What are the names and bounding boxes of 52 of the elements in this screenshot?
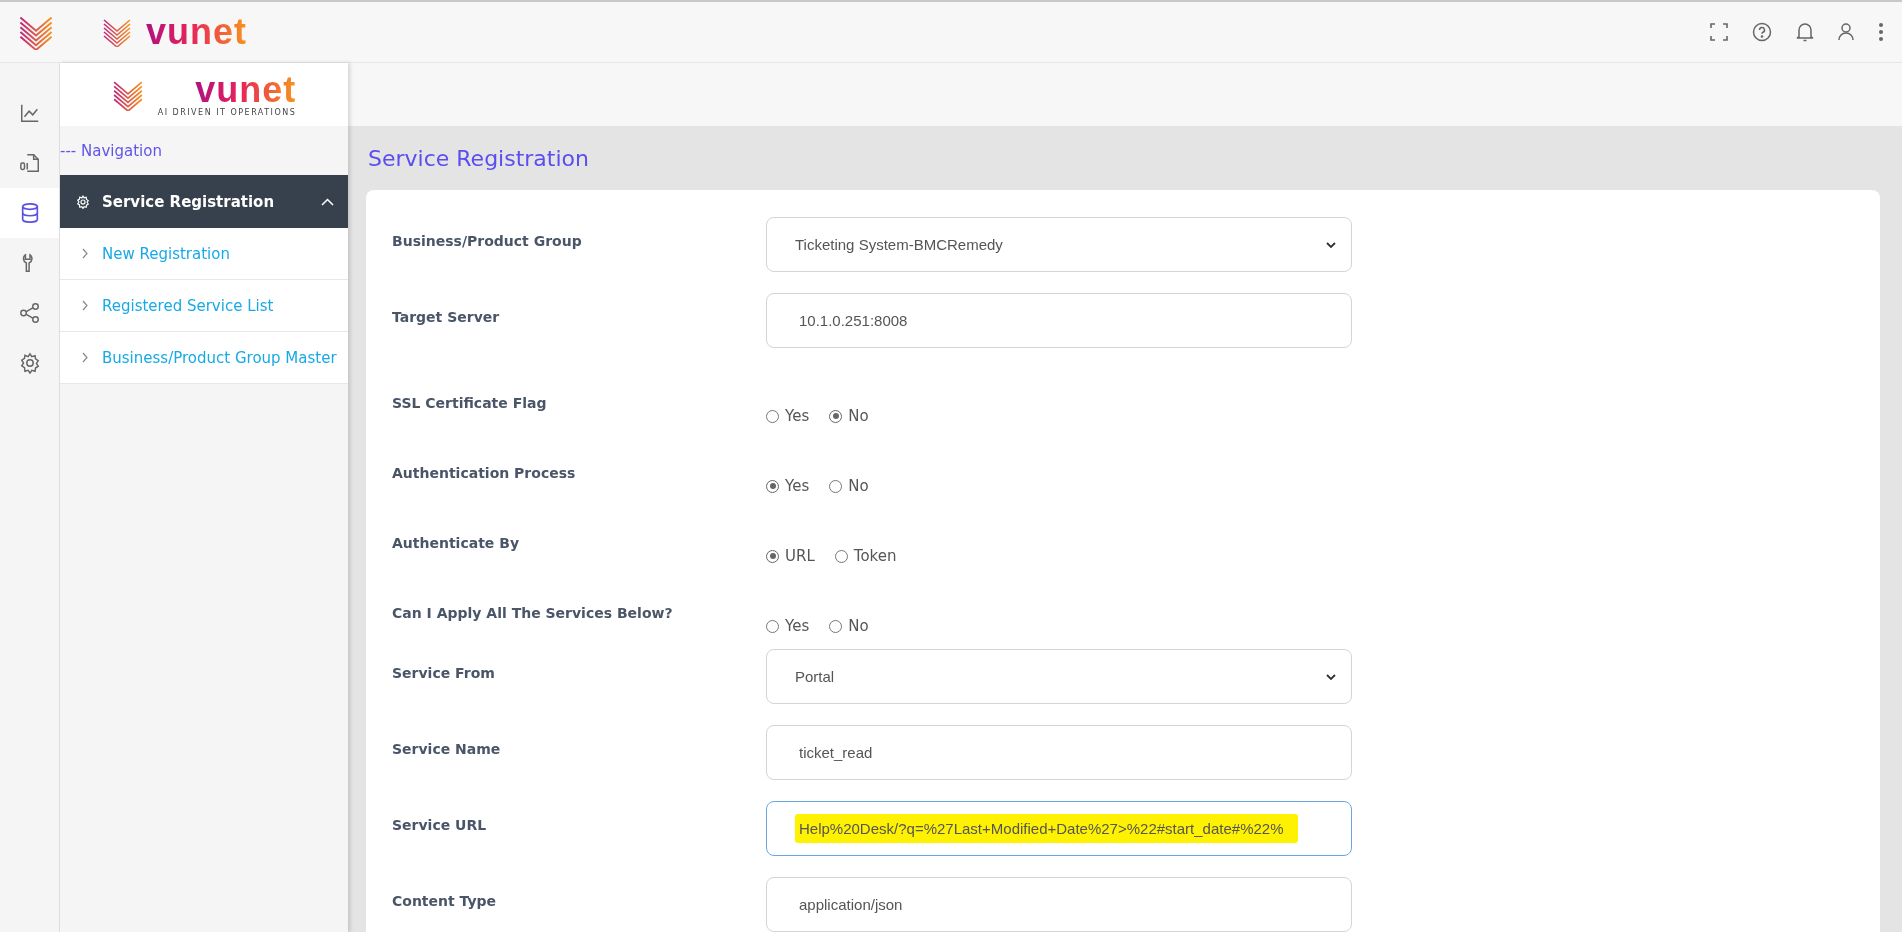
binary-file-icon[interactable] xyxy=(18,152,41,174)
radio-button[interactable] xyxy=(766,619,779,633)
input-field[interactable]: Help%20Desk/?q=%27Last+Modified+Date%27>%22#start_date#%22% xyxy=(766,801,1352,856)
user-icon[interactable] xyxy=(1838,23,1854,41)
logo-icon xyxy=(102,17,132,47)
nav-heading: --- Navigation xyxy=(60,141,162,160)
select-field[interactable]: Portal xyxy=(766,649,1352,704)
share-icon[interactable] xyxy=(18,302,41,324)
bell-icon[interactable] xyxy=(1796,22,1814,42)
chevron-right-icon xyxy=(82,352,88,363)
radio-button[interactable] xyxy=(766,409,779,423)
radio-label[interactable]: URL xyxy=(785,546,815,566)
settings-icon[interactable] xyxy=(18,352,41,374)
radio-button[interactable] xyxy=(829,479,843,493)
fullscreen-icon[interactable] xyxy=(1710,23,1728,41)
chevron-up-icon xyxy=(321,197,334,206)
help-icon[interactable] xyxy=(1752,22,1772,42)
logo-icon xyxy=(18,14,54,50)
radio-button[interactable] xyxy=(829,409,843,423)
radio-button[interactable] xyxy=(766,479,779,493)
field-label: Content Type xyxy=(392,892,498,911)
field-label: Business/Product Group xyxy=(392,232,583,251)
field-label: Can I Apply All The Services Below? xyxy=(392,604,674,623)
field-label: Service From xyxy=(392,664,496,683)
input-field[interactable]: ticket_read xyxy=(766,725,1352,780)
field-label: Authenticate By xyxy=(392,534,521,553)
field-label: Authentication Process xyxy=(392,464,577,483)
line-chart-icon[interactable] xyxy=(18,102,41,124)
field-label: SSL Certificate Flag xyxy=(392,394,548,413)
field-label: Service Name xyxy=(392,740,502,759)
radio-label[interactable]: Yes xyxy=(785,476,810,496)
radio-label[interactable]: Yes xyxy=(785,406,810,426)
input-field[interactable]: 10.1.0.251:8008 xyxy=(766,293,1352,348)
menu-section[interactable]: Service Registration xyxy=(60,175,348,228)
more-icon[interactable] xyxy=(1878,22,1884,42)
settings-icon xyxy=(76,194,90,209)
logo-tagline: AI DRIVEN IT OPERATIONS xyxy=(157,108,297,117)
radio-label[interactable]: No xyxy=(848,406,869,426)
chevron-right-icon xyxy=(82,248,88,259)
radio-button[interactable] xyxy=(829,619,843,633)
select-field[interactable]: Ticketing System-BMCRemedy xyxy=(766,217,1352,272)
field-label: Service URL xyxy=(392,816,488,835)
field-label: Target Server xyxy=(392,308,501,327)
radio-label[interactable]: Yes xyxy=(785,616,810,636)
chevron-right-icon xyxy=(82,300,88,311)
page-title: Service Registration xyxy=(367,144,590,173)
radio-label[interactable]: No xyxy=(848,476,869,496)
input-field[interactable]: application/json xyxy=(766,877,1352,932)
radio-button[interactable] xyxy=(834,549,848,563)
radio-label[interactable]: No xyxy=(848,616,869,636)
radio-label[interactable]: Token xyxy=(853,546,897,566)
radio-button[interactable] xyxy=(766,549,779,563)
